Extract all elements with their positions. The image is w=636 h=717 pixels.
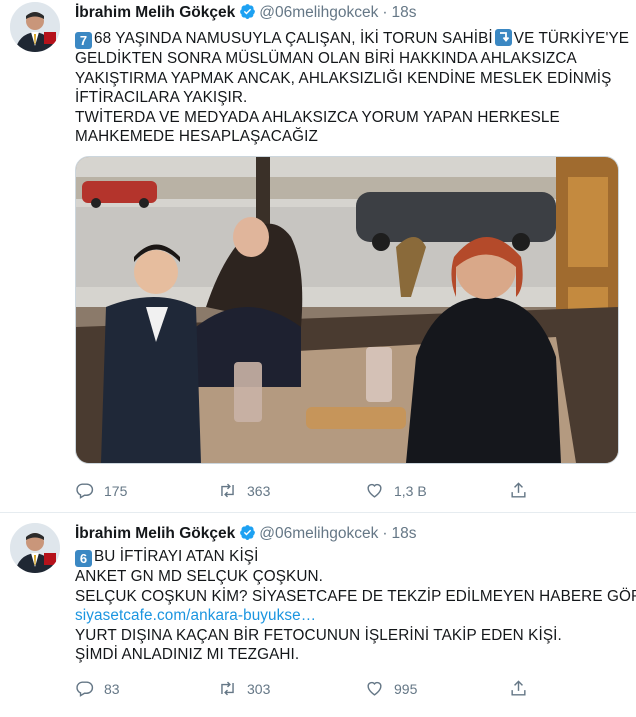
verified-badge-icon bbox=[240, 525, 256, 540]
timestamp[interactable]: 18s bbox=[392, 4, 417, 21]
avatar[interactable] bbox=[10, 523, 60, 573]
timestamp[interactable]: 18s bbox=[392, 525, 417, 542]
share-button[interactable] bbox=[509, 481, 538, 500]
text-line: 6 BU İFTİRAYI ATAN KİŞİ bbox=[75, 547, 620, 567]
author-handle[interactable]: @06melihgokcek bbox=[259, 525, 378, 542]
like-button[interactable]: 1,3 B bbox=[365, 481, 427, 500]
text-segment: VE TÜRKİYE'YE bbox=[513, 30, 630, 47]
text-line: GELDİKTEN SONRA MÜSLÜMAN OLAN BİRİ HAKKI… bbox=[75, 50, 577, 67]
keycap-emoji: 6 bbox=[75, 550, 92, 567]
reply-button[interactable]: 175 bbox=[75, 481, 127, 500]
text-segment: 68 YAŞINDA NAMUSUYLA ÇALIŞAN, İKİ TORUN … bbox=[94, 30, 493, 47]
text-line: YURT DIŞINA KAÇAN BİR FETOCUNUN İŞLERİNİ… bbox=[75, 626, 562, 644]
reply-icon bbox=[76, 483, 94, 499]
author-name[interactable]: İbrahim Melih Gökçek bbox=[75, 525, 235, 542]
like-count: 1,3 B bbox=[394, 482, 427, 499]
text-line: SELÇUK COŞKUN KİM? SİYASETCAFE DE TEKZİP… bbox=[75, 587, 636, 605]
tweet-actions: 175 363 1,3 B bbox=[75, 481, 545, 503]
tweet-header: İbrahim Melih Gökçek @06melihgokcek · 18s bbox=[75, 524, 417, 544]
reply-icon bbox=[76, 681, 94, 697]
keycap-emoji: 7 bbox=[75, 32, 92, 49]
cafe-photo bbox=[76, 157, 618, 463]
verified-badge-icon bbox=[240, 4, 256, 19]
like-button[interactable]: 995 bbox=[365, 679, 417, 698]
arrow-emoji bbox=[494, 29, 512, 46]
text-line: YAKIŞTIRMA YAPMAK ANCAK, AHLAKSIZLIĞI KE… bbox=[75, 69, 612, 87]
share-icon bbox=[511, 680, 526, 696]
retweet-icon bbox=[221, 483, 234, 498]
author-name[interactable]: İbrahim Melih Gökçek bbox=[75, 4, 235, 21]
text-line: İFTİRACILARA YAKIŞIR. bbox=[75, 89, 248, 107]
tweet-header: İbrahim Melih Gökçek @06melihgokcek · 18s bbox=[75, 3, 417, 23]
tweet-1[interactable]: İbrahim Melih Gökçek @06melihgokcek · 18s 7… bbox=[0, 0, 636, 512]
retweet-button[interactable]: 303 bbox=[218, 679, 270, 698]
retweet-icon bbox=[221, 681, 234, 696]
text-line: ANKET GN MD SELÇUK ÇOŞKUN. bbox=[75, 568, 323, 585]
tweet-2[interactable]: İbrahim Melih Gökçek @06melihgokcek · 18s 6… bbox=[0, 513, 636, 717]
tweet-text: 7 68 YAŞINDA NAMUSUYLA ÇALIŞAN, İKİ TORUN… bbox=[75, 29, 629, 147]
text-segment: BU İFTİRAYI ATAN KİŞİ bbox=[94, 548, 259, 565]
text-line: 7 68 YAŞINDA NAMUSUYLA ÇALIŞAN, İKİ TORUN… bbox=[75, 29, 629, 49]
text-line: ŞİMDİ ANLADINIZ MI TEZGAHI. bbox=[75, 646, 300, 664]
author-handle[interactable]: @06melihgokcek bbox=[259, 4, 378, 21]
tweet-actions: 83 303 995 bbox=[75, 679, 545, 701]
tweet-link[interactable]: siyasetcafe.com/ankara-buyukse… bbox=[75, 606, 620, 626]
separator: · bbox=[382, 4, 388, 21]
tweet-text: 6 BU İFTİRAYI ATAN KİŞİ ANKET GN MD SELÇU… bbox=[75, 547, 636, 665]
reply-button[interactable]: 83 bbox=[75, 679, 120, 698]
retweet-button[interactable]: 363 bbox=[218, 481, 270, 500]
text-line: TWİTERDA VE MEDYADA AHLAKSIZCA YORUM YAP… bbox=[75, 108, 560, 126]
like-icon bbox=[367, 483, 382, 498]
share-button[interactable] bbox=[509, 679, 538, 698]
text-line: MAHKEMEDE HESAPLAŞACAĞIZ bbox=[75, 128, 318, 146]
tweet-photo[interactable] bbox=[75, 156, 619, 464]
avatar[interactable] bbox=[10, 2, 60, 52]
like-icon bbox=[367, 681, 382, 696]
share-icon bbox=[511, 482, 526, 498]
reply-count: 83 bbox=[104, 680, 120, 697]
retweet-count: 303 bbox=[247, 680, 271, 697]
separator: · bbox=[382, 525, 388, 542]
like-count: 995 bbox=[394, 680, 418, 697]
reply-count: 175 bbox=[104, 482, 128, 499]
retweet-count: 363 bbox=[247, 482, 271, 499]
